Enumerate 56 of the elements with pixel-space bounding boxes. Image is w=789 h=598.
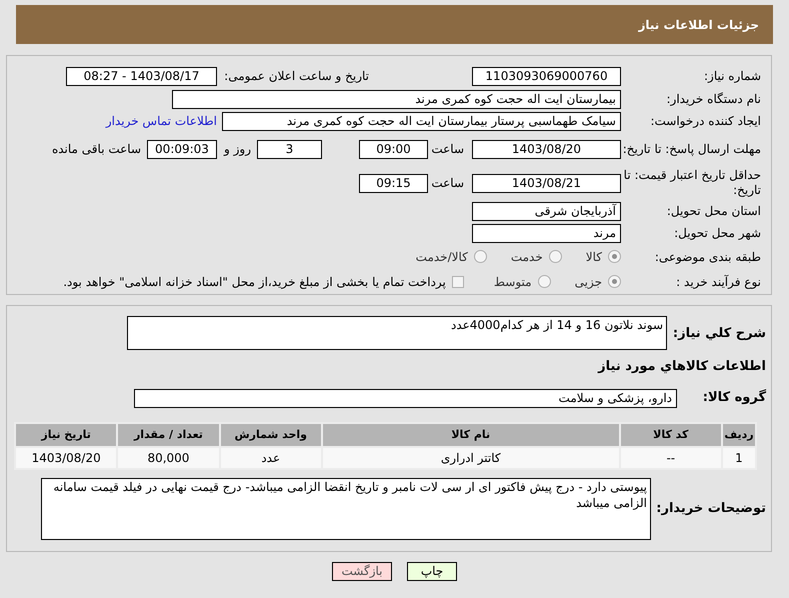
field-label: توضیحات خریدار: — [655, 500, 767, 518]
radio-option[interactable]: جزیی — [574, 272, 621, 290]
column-header: واحد شمارش — [220, 423, 322, 447]
checkbox[interactable] — [452, 276, 464, 288]
page-title: جزئیات اطلاعات نیاز — [638, 16, 759, 34]
table-cell: 1 — [722, 447, 756, 469]
table-cell: 1403/08/20 — [15, 447, 118, 469]
input-field[interactable]: دارو، پزشکی و سلامت — [134, 388, 677, 408]
column-header: نام کالا — [322, 423, 620, 447]
print-button[interactable]: چاپ — [407, 562, 457, 581]
field-label: طبقه بندی موضوعی: — [654, 248, 762, 266]
textarea-field[interactable]: سوند نلاتون 16 و 14 از هر کدام4000عدد — [127, 316, 667, 350]
table-cell: عدد — [220, 447, 322, 469]
input-field[interactable]: 09:00 — [359, 140, 428, 158]
field-label: نوع فرآیند خرید : — [675, 274, 762, 290]
input-field[interactable]: مرند — [472, 224, 621, 242]
column-header: کد کالا — [620, 423, 722, 447]
input-field[interactable]: 1103093069000760 — [472, 66, 621, 86]
checkbox-label: پرداخت تمام یا بخشی از مبلغ خرید،از محل "اسناد خزانه اسلامی" خواهد بود. — [63, 274, 446, 290]
field-label: روز و — [222, 141, 252, 158]
field-label: ساعت — [430, 141, 465, 158]
radio-option[interactable]: متوسط — [494, 272, 551, 290]
field-label: ساعت باقی مانده — [52, 141, 142, 158]
column-header: تعداد / مقدار — [117, 423, 220, 447]
field-label: شرح کلي نياز: — [672, 325, 767, 343]
input-field[interactable]: 1403/08/21 — [472, 174, 621, 192]
input-field[interactable]: بیمارستان ایت اله حجت کوه کمری مرند — [172, 90, 621, 108]
input-field[interactable]: 1403/08/20 — [472, 140, 621, 158]
radio-option[interactable]: کالا — [586, 248, 621, 266]
column-header: ردیف — [722, 423, 756, 447]
input-field[interactable]: 1403/08/17 - 08:27 — [66, 66, 217, 86]
table-cell: 80,000 — [117, 447, 220, 469]
column-header: تاریخ نیاز — [15, 423, 118, 447]
field-label: نام دستگاه خریدار: — [666, 91, 762, 108]
field-label: شماره نیاز: — [703, 68, 762, 85]
field-label: استان محل تحویل: — [666, 203, 762, 220]
field-label: شهر محل تحویل: — [673, 225, 762, 242]
input-field[interactable]: 09:15 — [359, 174, 428, 192]
input-field[interactable]: سیامک طهماسبی پرستار بیمارستان ایت اله حجت کوه کمری مرند — [222, 112, 621, 130]
textarea-field[interactable]: پیوستی دارد - درج پیش فاکتور ای ار سی لات نامبر و تاریخ انقضا الزامی میباشد- درج قیمت نهایی در فیلد قیمت سامانه الزامی میباشد — [41, 478, 651, 540]
field-label: تاریخ و ساعت اعلان عمومی: — [223, 68, 370, 85]
table-cell: کاتتر ادراری — [322, 447, 620, 469]
section-heading: اطلاعات كالاهاي مورد نياز — [598, 358, 767, 376]
field-label: حداقل تاریخ اعتبار قیمت: تا تاریخ: — [622, 168, 762, 198]
field-label: مهلت ارسال پاسخ: تا تاریخ: — [622, 142, 762, 156]
field-label: ساعت — [430, 175, 465, 192]
contact-link[interactable]: اطلاعات تماس خریدار — [106, 112, 217, 130]
radio-option[interactable]: خدمت — [510, 248, 562, 266]
field-label: ایجاد کننده درخواست: — [649, 113, 762, 130]
field-label: گروه کالا: — [702, 388, 767, 408]
table-cell: -- — [620, 447, 722, 469]
input-field[interactable]: آذربایجان شرقی — [472, 202, 621, 220]
countdown-field[interactable]: 00:09:03 — [147, 140, 217, 158]
input-field[interactable]: 3 — [257, 140, 322, 158]
back-button[interactable]: بازگشت — [332, 562, 392, 581]
radio-option[interactable]: کالا/خدمت — [416, 248, 487, 266]
